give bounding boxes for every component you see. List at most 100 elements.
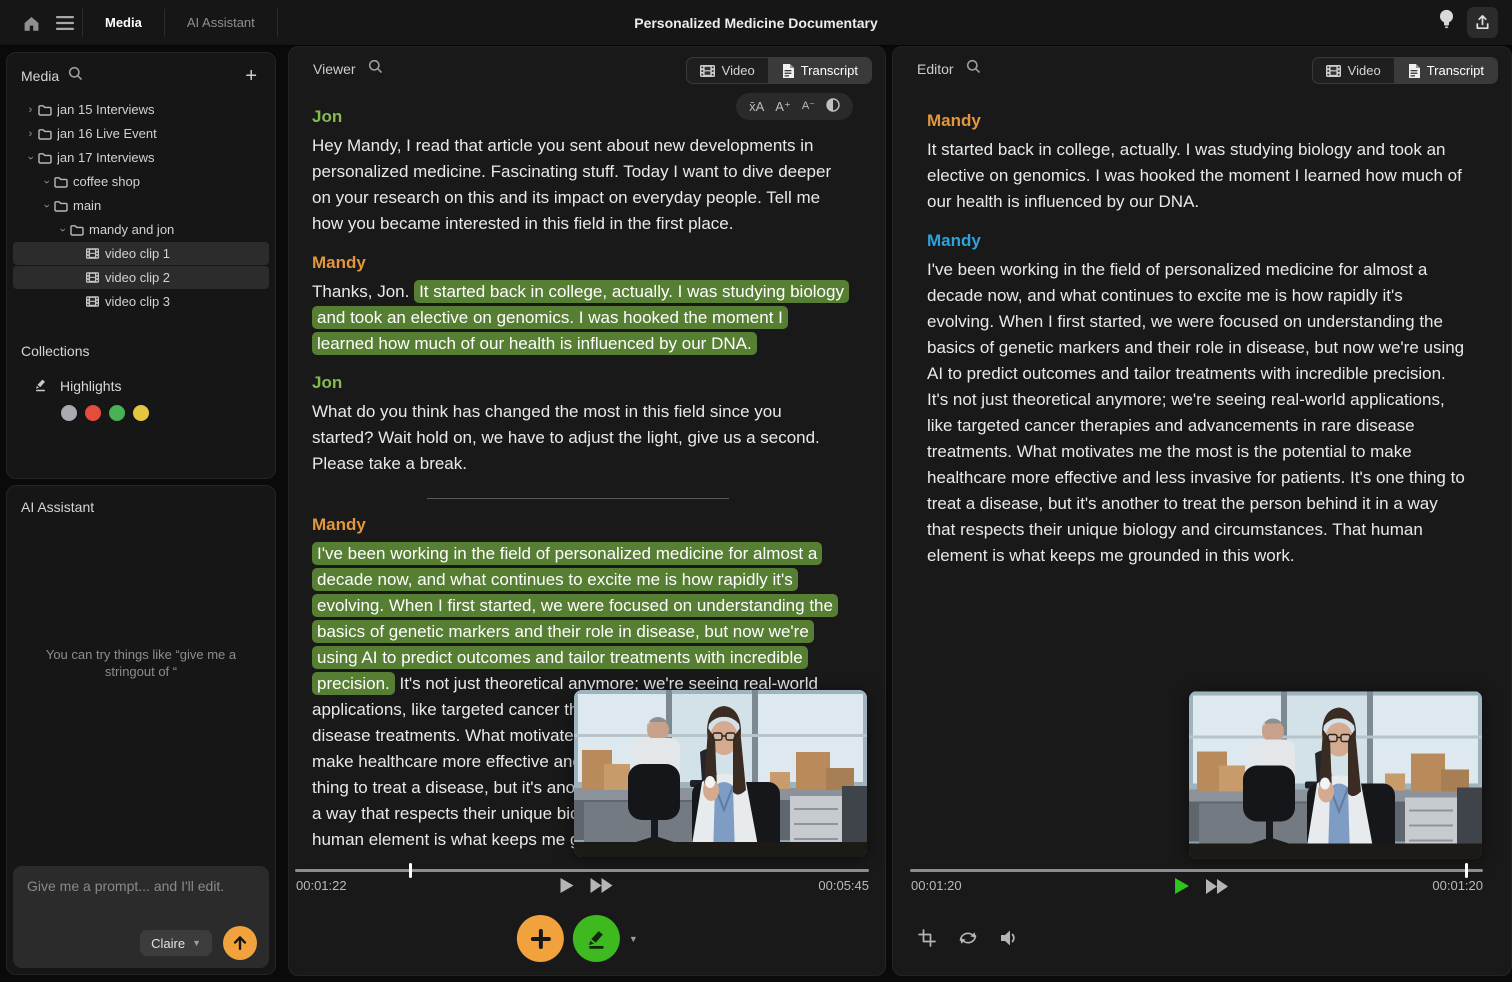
media-tree-item[interactable]: › jan 17 Interviews: [13, 146, 269, 169]
playhead[interactable]: [409, 863, 412, 878]
transcript-text[interactable]: Hey Mandy, I read that article you sent …: [312, 136, 831, 233]
play-button[interactable]: [561, 878, 574, 893]
fast-forward-button[interactable]: [591, 878, 614, 893]
speaker-label: Jon: [312, 373, 844, 393]
highlight-color-dot[interactable]: [133, 405, 149, 421]
video-view-button[interactable]: Video: [1313, 58, 1394, 83]
media-tree-item[interactable]: video clip 2: [13, 266, 269, 289]
transcript-text[interactable]: Thanks, Jon.: [312, 282, 414, 301]
film-clip-icon: [86, 272, 105, 283]
tab-media[interactable]: Media: [83, 0, 164, 45]
media-item-label: video clip 1: [105, 246, 170, 261]
folder-icon: [38, 128, 57, 140]
viewer-title: Viewer: [313, 61, 356, 77]
fast-forward-button[interactable]: [1206, 879, 1229, 894]
media-tree-item[interactable]: › jan 16 Live Event: [13, 122, 269, 145]
play-button[interactable]: [1175, 878, 1189, 894]
playhead[interactable]: [1465, 863, 1468, 878]
editor-timeline[interactable]: [910, 869, 1483, 872]
send-prompt-button[interactable]: [223, 926, 257, 960]
speaker-label: Mandy: [312, 515, 844, 535]
media-item-label: main: [73, 198, 101, 213]
chevron-down-icon[interactable]: ›: [25, 150, 37, 165]
media-tree-item[interactable]: › mandy and jon: [13, 218, 269, 241]
transcript-view-button[interactable]: Transcript: [768, 58, 871, 83]
current-time: 00:01:22: [296, 878, 347, 893]
media-tree-item[interactable]: video clip 1: [13, 242, 269, 265]
chevron-down-icon[interactable]: ›: [57, 222, 69, 237]
search-icon[interactable]: [966, 59, 981, 79]
video-view-button[interactable]: Video: [687, 58, 768, 83]
home-icon[interactable]: [14, 8, 48, 38]
topbar: Media AI Assistant Personalized Medicine…: [0, 0, 1512, 46]
media-tree-item[interactable]: › main: [13, 194, 269, 217]
search-icon[interactable]: [368, 59, 383, 79]
media-panel: Media + ›jan 15 Interviews›jan 16 Live E…: [6, 52, 276, 479]
transcript-paragraph[interactable]: Hey Mandy, I read that article you sent …: [312, 133, 844, 237]
collections-section: Collections Highlights: [21, 343, 261, 421]
folder-icon: [54, 176, 73, 188]
search-icon[interactable]: [68, 66, 83, 86]
scene-divider: [427, 498, 729, 499]
media-item-label: mandy and jon: [89, 222, 174, 237]
highlight-color-dot[interactable]: [85, 405, 101, 421]
media-item-label: jan 16 Live Event: [57, 126, 157, 141]
add-media-button[interactable]: +: [241, 69, 261, 83]
viewer-video-preview[interactable]: [574, 690, 867, 857]
highlight-color-dots: [61, 405, 261, 421]
editor-video-preview[interactable]: [1189, 691, 1482, 859]
export-button[interactable]: [1467, 7, 1498, 38]
transcript-paragraph[interactable]: I've been working in the field of person…: [927, 257, 1467, 569]
ai-prompt-input[interactable]: [13, 866, 269, 920]
collection-highlights[interactable]: Highlights: [33, 377, 261, 395]
viewer-panel: Viewer Video Transcript x̄A A⁺ A⁻ JonHey…: [288, 46, 886, 976]
transcript-text[interactable]: It started back in college, actually. I …: [927, 140, 1462, 211]
transcript-paragraph[interactable]: Thanks, Jon. It started back in college,…: [312, 279, 844, 357]
media-tree: ›jan 15 Interviews›jan 16 Live Event›jan…: [13, 98, 269, 313]
media-tree-item[interactable]: ›jan 15 Interviews: [13, 98, 269, 121]
speaker-label: Mandy: [927, 231, 1467, 251]
highlight-color-dot[interactable]: [61, 405, 77, 421]
folder-icon: [70, 224, 89, 236]
transcript-text[interactable]: I've been working in the field of person…: [927, 260, 1465, 565]
current-time: 00:01:20: [911, 878, 962, 893]
media-tree-item[interactable]: ›coffee shop: [13, 170, 269, 193]
media-item-label: jan 17 Interviews: [57, 150, 155, 165]
total-time: 00:01:20: [1432, 878, 1483, 893]
chevron-down-icon: ▼: [192, 938, 201, 948]
highlight-button[interactable]: [573, 915, 620, 962]
loop-swap-icon[interactable]: [957, 929, 979, 952]
transcript-text[interactable]: What do you think has changed the most i…: [312, 402, 820, 473]
ai-panel-title: AI Assistant: [21, 499, 94, 515]
media-tree-item[interactable]: video clip 3: [13, 290, 269, 313]
transcript-paragraph[interactable]: What do you think has changed the most i…: [312, 399, 844, 477]
ai-assistant-panel: AI Assistant You can try things like “gi…: [6, 485, 276, 975]
film-clip-icon: [86, 296, 105, 307]
media-item-label: video clip 3: [105, 294, 170, 309]
chevron-down-icon[interactable]: ›: [41, 198, 53, 213]
chevron-right-icon[interactable]: ›: [23, 104, 38, 116]
tab-ai-assistant[interactable]: AI Assistant: [165, 0, 277, 45]
highlighter-icon: [33, 377, 48, 395]
viewer-timeline[interactable]: [295, 869, 869, 872]
transcript-highlight[interactable]: I've been working in the field of person…: [312, 542, 838, 695]
folder-icon: [38, 104, 57, 116]
lightbulb-icon[interactable]: [1438, 9, 1455, 36]
add-to-editor-button[interactable]: [517, 915, 564, 962]
collections-title: Collections: [21, 343, 261, 359]
voice-select[interactable]: Claire ▼: [140, 930, 212, 956]
volume-icon[interactable]: [999, 929, 1020, 952]
separator: [277, 9, 278, 37]
transcript-paragraph[interactable]: It started back in college, actually. I …: [927, 137, 1467, 215]
transcript-view-button[interactable]: Transcript: [1394, 58, 1497, 83]
viewer-view-toggle: Video Transcript: [686, 57, 872, 84]
chevron-down-icon[interactable]: ▼: [629, 934, 638, 944]
editor-transcript: Mandy It started back in college, actuall…: [927, 111, 1467, 569]
highlight-color-dot[interactable]: [109, 405, 125, 421]
menu-icon[interactable]: [48, 8, 82, 38]
chevron-right-icon[interactable]: ›: [23, 128, 38, 140]
media-panel-title: Media: [21, 68, 59, 84]
ai-prompt-box: Claire ▼: [13, 866, 269, 968]
chevron-down-icon[interactable]: ›: [41, 174, 53, 189]
crop-icon[interactable]: [917, 928, 937, 953]
